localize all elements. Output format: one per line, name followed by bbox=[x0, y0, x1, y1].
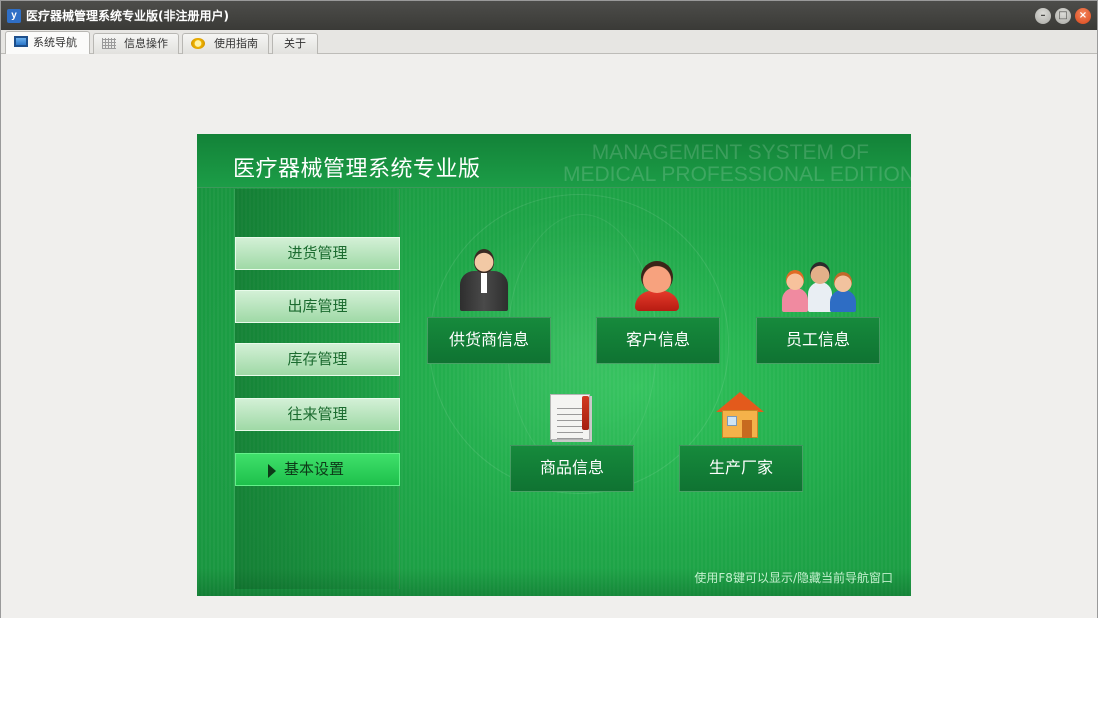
tab-about[interactable]: 关于 bbox=[272, 33, 318, 54]
tab-bar: 系统导航 信息操作 使用指南 关于 bbox=[1, 30, 1097, 54]
menu-label: 进货管理 bbox=[287, 244, 348, 262]
employee-icon[interactable] bbox=[782, 262, 858, 312]
f8-hint-text: 使用F8键可以显示/隐藏当前导航窗口 bbox=[694, 571, 893, 585]
tile-label: 供货商信息 bbox=[448, 330, 529, 349]
menu-label: 往来管理 bbox=[287, 405, 348, 423]
tab-label: 信息操作 bbox=[124, 37, 168, 50]
tile-label: 员工信息 bbox=[785, 330, 850, 349]
english-line-2: MEDICAL PROFESSIONAL EDITION bbox=[562, 163, 911, 186]
side-menu: 进货管理 出库管理 库存管理 往来管理 基本设置 bbox=[234, 189, 400, 589]
menu-item-outbound[interactable]: 出库管理 bbox=[235, 290, 400, 323]
menu-label: 出库管理 bbox=[287, 297, 348, 315]
tile-label: 生产厂家 bbox=[708, 458, 773, 477]
menu-item-accounts[interactable]: 往来管理 bbox=[235, 398, 400, 431]
customer-info-button[interactable]: 客户信息 bbox=[596, 317, 720, 364]
window-title: 医疗器械管理系统专业版(非注册用户) bbox=[26, 9, 229, 23]
manufacturer-button[interactable]: 生产厂家 bbox=[679, 445, 803, 492]
menu-label: 基本设置 bbox=[284, 460, 345, 478]
product-info-button[interactable]: 商品信息 bbox=[510, 445, 634, 492]
tile-label: 商品信息 bbox=[539, 458, 604, 477]
tab-label: 系统导航 bbox=[33, 36, 77, 49]
english-line-1: MANAGEMENT SYSTEM OF bbox=[591, 141, 869, 164]
maximize-button[interactable]: □ bbox=[1055, 8, 1071, 24]
panel-title: 医疗器械管理系统专业版 bbox=[233, 157, 481, 182]
panel-english-subtitle: MANAGEMENT SYSTEM OF MEDICAL PROFESSIONA… bbox=[563, 142, 911, 186]
help-icon bbox=[191, 38, 205, 49]
menu-item-purchase[interactable]: 进货管理 bbox=[235, 237, 400, 270]
main-window: y 医疗器械管理系统专业版(非注册用户) – □ × 系统导航 信息操作 使用指… bbox=[0, 0, 1098, 618]
product-icon[interactable] bbox=[550, 394, 594, 444]
tile-label: 客户信息 bbox=[625, 330, 690, 349]
navigation-panel: 医疗器械管理系统专业版 MANAGEMENT SYSTEM OF MEDICAL… bbox=[197, 134, 911, 596]
tab-system-navigation[interactable]: 系统导航 bbox=[5, 31, 90, 54]
supplier-info-button[interactable]: 供货商信息 bbox=[427, 317, 551, 364]
tab-label: 关于 bbox=[284, 37, 306, 50]
grid-icon bbox=[102, 38, 116, 49]
employee-info-button[interactable]: 员工信息 bbox=[756, 317, 880, 364]
title-bar[interactable]: y 医疗器械管理系统专业版(非注册用户) – □ × bbox=[1, 1, 1097, 30]
customer-icon[interactable] bbox=[633, 261, 681, 313]
manufacturer-icon[interactable] bbox=[716, 392, 764, 442]
close-button[interactable]: × bbox=[1075, 8, 1091, 24]
supplier-icon[interactable] bbox=[460, 249, 508, 311]
menu-item-basic-settings[interactable]: 基本设置 bbox=[235, 453, 400, 486]
tab-info-operations[interactable]: 信息操作 bbox=[93, 33, 179, 54]
menu-label: 库存管理 bbox=[287, 350, 348, 368]
arrow-right-icon bbox=[268, 464, 276, 478]
content-area: 医疗器械管理系统专业版 MANAGEMENT SYSTEM OF MEDICAL… bbox=[1, 54, 1097, 618]
monitor-icon bbox=[14, 36, 28, 47]
app-logo-icon: y bbox=[7, 9, 21, 23]
tab-label: 使用指南 bbox=[214, 37, 258, 50]
minimize-button[interactable]: – bbox=[1035, 8, 1051, 24]
menu-item-inventory[interactable]: 库存管理 bbox=[235, 343, 400, 376]
tab-user-guide[interactable]: 使用指南 bbox=[182, 33, 269, 54]
panel-header: 医疗器械管理系统专业版 MANAGEMENT SYSTEM OF MEDICAL… bbox=[197, 134, 911, 188]
